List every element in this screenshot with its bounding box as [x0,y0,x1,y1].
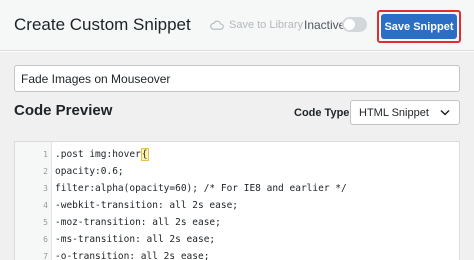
code-line: 3 filter:alpha(opacity=60); /* For IE8 a… [15,180,455,197]
code-type-select[interactable]: HTML Snippet [350,100,460,125]
line-number: 5 [43,218,48,227]
code-line-text: -o-transition: all 2s ease; [55,251,210,260]
top-bar: Create Custom Snippet Save to Library In… [0,0,474,51]
status-label: Inactive [304,18,346,32]
editor-area: Fade Images on Mouseover Code Preview Co… [0,52,474,260]
code-line: 1 .post img:hover{ [15,146,455,163]
code-line: 4 -webkit-transition: all 2s ease; [15,197,455,214]
line-number: 4 [43,201,48,210]
code-text: .post img:hover [55,149,141,160]
code-line: 5 -moz-transition: all 2s ease; [15,214,455,231]
line-number: 2 [43,167,48,176]
line-number: 1 [43,150,48,159]
code-line: 2 opacity:0.6; [15,163,455,180]
snippet-title-input[interactable]: Fade Images on Mouseover [14,65,460,92]
line-number: 3 [43,184,48,193]
save-to-library-label: Save to Library [229,19,303,31]
code-editor[interactable]: 1 .post img:hover{ 2 opacity:0.6; 3 filt… [14,141,460,260]
active-toggle[interactable] [342,17,367,32]
code-line-text: filter:alpha(opacity=60); /* For IE8 and… [55,183,347,194]
line-number: 6 [43,235,48,244]
code-line-text: -webkit-transition: all 2s ease; [55,200,239,211]
chevron-down-icon [440,109,450,116]
line-number: 7 [43,252,48,260]
code-line: 6 -ms-transition: all 2s ease; [15,231,455,248]
page-title: Create Custom Snippet [14,15,191,34]
save-snippet-button[interactable]: Save Snippet [381,14,457,39]
code-line: 7 -o-transition: all 2s ease; [15,248,455,260]
code-line-text: .post img:hover{ [55,148,149,161]
code-line-text: opacity:0.6; [55,166,124,177]
code-line-text: -ms-transition: all 2s ease; [55,234,216,245]
code-line-text: -moz-transition: all 2s ease; [55,217,221,228]
code-type-label: Code Type [294,107,350,119]
code-type-value: HTML Snippet [359,106,429,119]
save-to-library-button[interactable]: Save to Library [210,19,303,31]
cloud-icon [210,20,224,30]
toggle-knob [344,19,355,30]
code-preview-heading: Code Preview [14,102,113,119]
matching-bracket: { [140,148,149,161]
